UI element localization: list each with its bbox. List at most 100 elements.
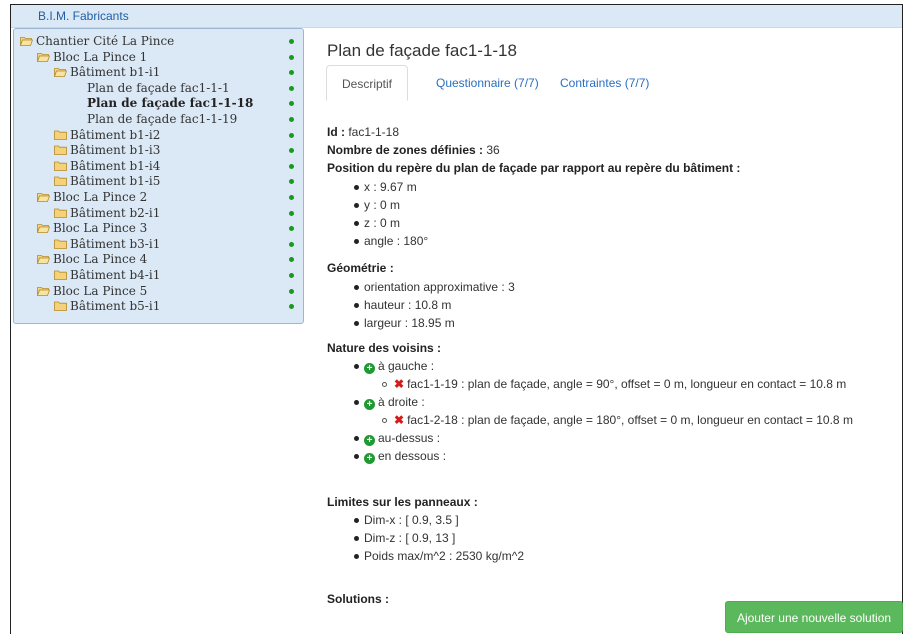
- bullet: [354, 454, 359, 459]
- tree-item-label: Bâtiment b4-i1: [70, 268, 161, 282]
- tree-item[interactable]: Bloc La Pince 3: [14, 220, 303, 236]
- tree-item[interactable]: Bloc La Pince 1: [14, 49, 303, 65]
- tree-item[interactable]: Bâtiment b3-i1: [14, 236, 303, 252]
- tree-item-content: Bloc La Pince 3: [36, 220, 147, 236]
- solutions-heading: Solutions :: [327, 592, 389, 606]
- folder-closed-icon: [54, 128, 67, 140]
- status-dot-icon: [289, 163, 294, 169]
- tree-item[interactable]: Bloc La Pince 5: [14, 283, 303, 299]
- bullet: [354, 185, 359, 190]
- status-dot-icon: [289, 101, 294, 107]
- status-dot-icon: [289, 273, 294, 278]
- status-dot-icon: [289, 85, 294, 91]
- position-item: angle : 180°: [364, 234, 429, 248]
- add-solution-button[interactable]: Ajouter une nouvelle solution: [725, 601, 903, 633]
- tree-item-label: Bloc La Pince 1: [53, 49, 148, 64]
- tree-item-label: Bâtiment b2-i1: [70, 205, 161, 220]
- position-item: x : 9.67 m: [364, 180, 417, 194]
- tree-item[interactable]: Plan de façade fac1-1-19: [14, 111, 303, 127]
- neighbor-entry: ✖ fac1-1-19 : plan de façade, angle = 90°…: [394, 376, 846, 392]
- tree-item-label: Bâtiment b1-i1: [70, 65, 161, 80]
- position-item: y : 0 m: [364, 198, 401, 212]
- neighbor-above: + au-dessus :: [364, 430, 440, 446]
- folder-open-icon: [36, 252, 51, 265]
- geometry-item: hauteur : 10.8 m: [364, 298, 452, 312]
- tree-item[interactable]: Bâtiment b1-i2: [14, 127, 303, 143]
- add-neighbor-icon[interactable]: +: [364, 399, 375, 410]
- position-item: z : 0 m: [364, 216, 401, 230]
- tree-item[interactable]: Bâtiment b1-i3: [14, 142, 303, 158]
- tree-item-label: Plan de façade fac1-1-18: [87, 96, 254, 111]
- folder-open-icon: [36, 221, 51, 234]
- bullet: [354, 518, 359, 523]
- tree-item[interactable]: Bloc La Pince 2: [14, 189, 303, 205]
- add-neighbor-icon[interactable]: +: [364, 453, 375, 464]
- tree-item-content: Plan de façade fac1-1-19: [87, 111, 237, 127]
- limits-heading: Limites sur les panneaux :: [327, 495, 478, 509]
- tree-item-content: Bloc La Pince 1: [36, 49, 148, 65]
- neighbor-entry-text: fac1-1-19 : plan de façade, angle = 90°,…: [407, 377, 847, 391]
- folder-open-icon: [19, 34, 34, 46]
- tree-item[interactable]: Bâtiment b4-i1: [14, 267, 303, 283]
- folder-closed-icon: [54, 237, 67, 249]
- tab-bar: Descriptif Questionnaire (7/7) Contraint…: [326, 65, 904, 103]
- remove-neighbor-icon[interactable]: ✖: [394, 413, 404, 427]
- sub-bullet: [382, 382, 387, 387]
- zones-label: Nombre de zones définies :: [327, 143, 484, 157]
- status-dot-icon: [289, 39, 294, 44]
- top-navbar: B.I.M. Fabricants: [11, 5, 902, 28]
- tree-item-label: Bâtiment b1-i5: [70, 174, 161, 189]
- bullet: [354, 239, 359, 244]
- neighbor-left: + à gauche :: [364, 358, 434, 374]
- tree-item[interactable]: Plan de façade fac1-1-1: [14, 80, 303, 96]
- brand-link[interactable]: B.I.M. Fabricants: [38, 9, 129, 23]
- status-dot-icon: [289, 304, 294, 310]
- id-value: fac1-1-18: [345, 125, 400, 139]
- tree-item-label: Bâtiment b5-i1: [70, 299, 161, 314]
- folder-open-icon: [36, 284, 51, 296]
- tree-item[interactable]: Bâtiment b1-i1: [14, 64, 303, 80]
- tree-item-label: Bloc La Pince 4: [53, 252, 148, 267]
- tree-item-label: Plan de façade fac1-1-19: [87, 112, 238, 126]
- page-title: Plan de façade fac1-1-18: [327, 41, 517, 60]
- tree-item-content: Bloc La Pince 4: [36, 251, 148, 267]
- tree-item[interactable]: Chantier Cité La Pince: [14, 33, 303, 49]
- tree-item-label: Bâtiment b1-i2: [70, 127, 161, 142]
- neighbor-label: au-dessus :: [378, 431, 441, 445]
- folder-closed-icon: [54, 174, 67, 187]
- neighbor-entry: ✖ fac1-2-18 : plan de façade, angle = 180…: [394, 412, 853, 428]
- tree-item-content: Bloc La Pince 2: [36, 189, 148, 205]
- remove-neighbor-icon[interactable]: ✖: [394, 377, 404, 391]
- neighbor-label: à droite :: [378, 395, 425, 409]
- status-dot-icon: [289, 257, 294, 263]
- sub-bullet: [382, 418, 387, 423]
- add-neighbor-icon[interactable]: +: [364, 435, 375, 446]
- folder-closed-icon: [54, 159, 67, 171]
- neighbor-below: + en dessous :: [364, 448, 446, 464]
- tree-item[interactable]: Bâtiment b1-i5: [14, 173, 303, 189]
- status-dot-icon: [289, 179, 294, 185]
- status-dot-icon: [289, 241, 294, 247]
- tree-item-selected[interactable]: Plan de façade fac1-1-18: [14, 95, 303, 111]
- neighbor-label: à gauche :: [378, 359, 435, 373]
- tree-item[interactable]: Bâtiment b2-i1: [14, 205, 303, 221]
- tree-item-label: Bâtiment b1-i3: [70, 143, 161, 158]
- tree-item-content: Plan de façade fac1-1-18: [87, 95, 253, 111]
- tree-item-label: Bloc La Pince 2: [53, 190, 148, 204]
- tab-contraintes[interactable]: Contraintes (7/7): [546, 65, 663, 101]
- tree-item[interactable]: Bloc La Pince 4: [14, 251, 303, 267]
- status-dot-icon: [289, 226, 294, 232]
- tree-item[interactable]: Bâtiment b1-i4: [14, 158, 303, 174]
- tree-item[interactable]: Bâtiment b5-i1: [14, 298, 303, 314]
- tree-item-content: Plan de façade fac1-1-1: [87, 80, 230, 96]
- id-line: Id : fac1-1-18: [327, 124, 399, 140]
- tab-questionnaire[interactable]: Questionnaire (7/7): [422, 65, 553, 101]
- tree-item-label: Plan de façade fac1-1-1: [87, 80, 230, 95]
- add-neighbor-icon[interactable]: +: [364, 363, 375, 374]
- tab-descriptif[interactable]: Descriptif: [326, 65, 408, 101]
- zones-value: 36: [483, 143, 500, 157]
- status-dot-icon: [289, 210, 294, 216]
- zones-line: Nombre de zones définies : 36: [327, 142, 500, 158]
- folder-closed-icon: [54, 143, 67, 156]
- limits-item: Dim-z : [ 0.9, 13 ]: [364, 531, 456, 545]
